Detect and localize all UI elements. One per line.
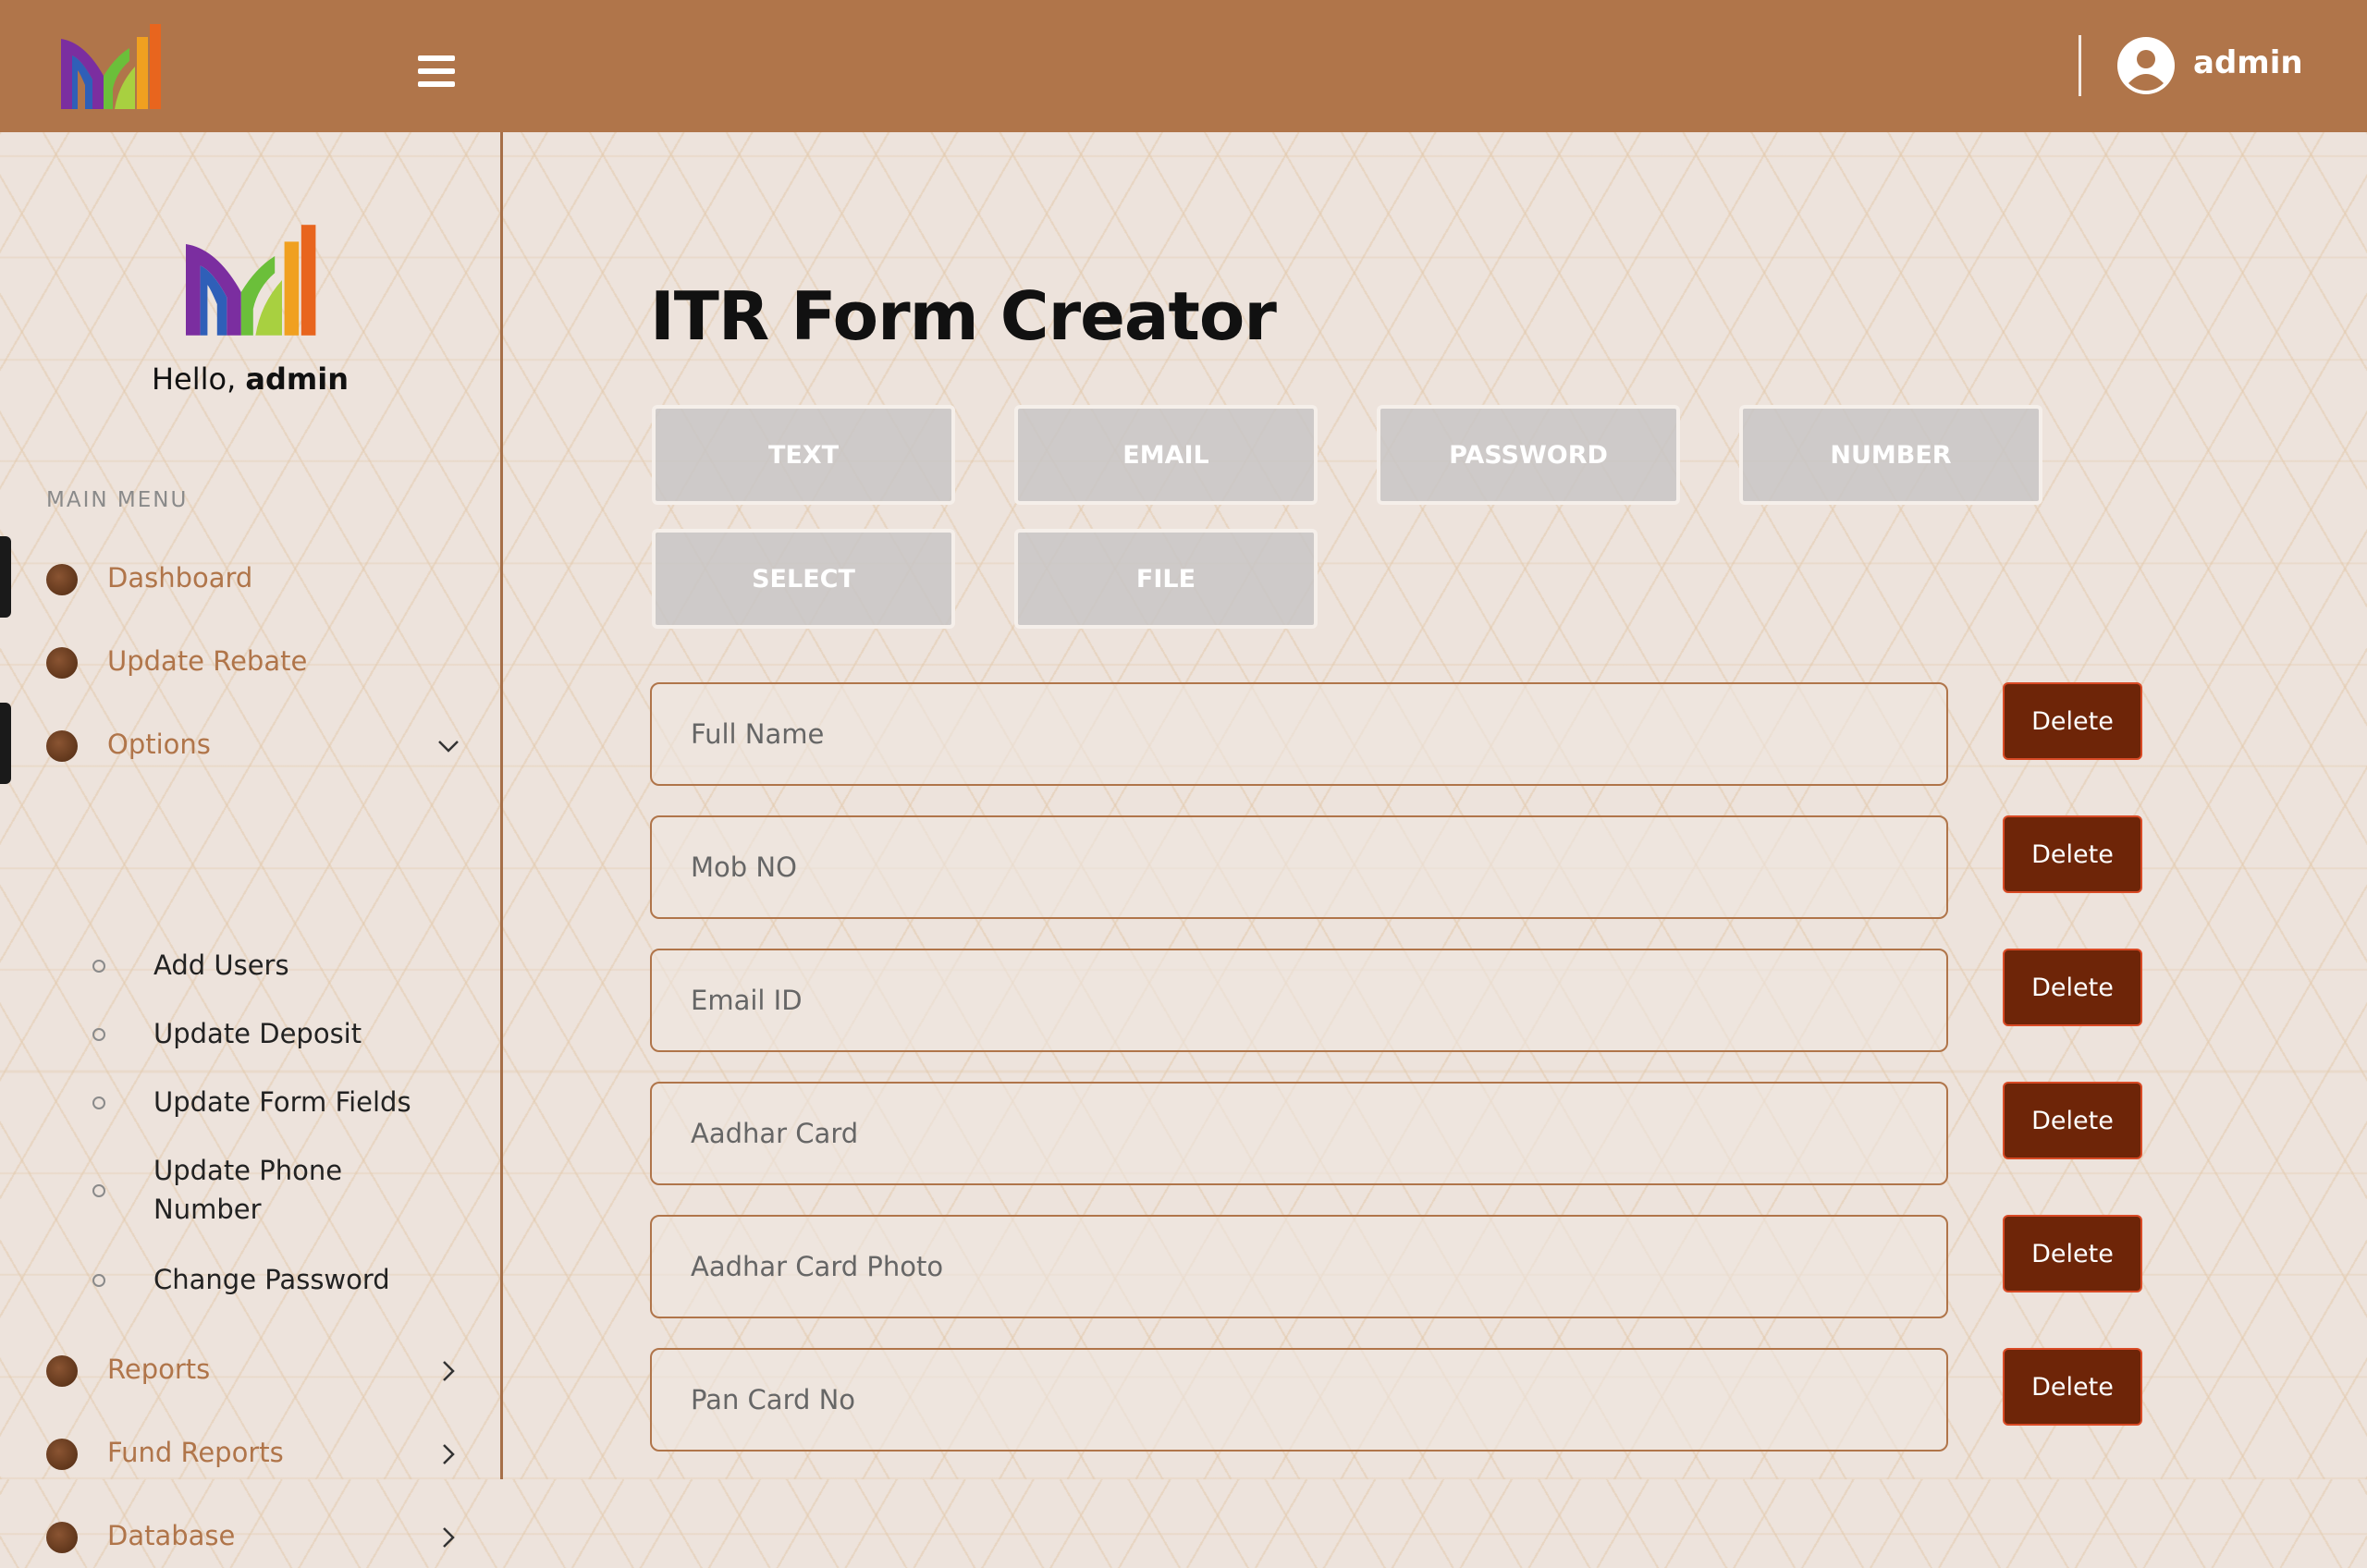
submenu-item-label: Update Deposit <box>153 1018 362 1049</box>
submenu-item-add-users[interactable]: Add Users <box>0 946 500 985</box>
sidebar-item-label: Fund Reports <box>107 1437 284 1468</box>
bullet-dot-icon <box>46 1522 78 1553</box>
add-file-field-button[interactable]: FILE <box>1014 529 1318 629</box>
delete-field-button[interactable]: Delete <box>2003 1082 2142 1159</box>
submenu-bullet-icon <box>92 960 105 973</box>
pan-card-field[interactable] <box>650 1348 1948 1452</box>
email-id-field[interactable] <box>650 949 1948 1052</box>
bullet-dot-icon <box>46 1439 78 1470</box>
greeting-text: Hello, <box>151 361 237 397</box>
sidebar-item-update-rebate[interactable]: Update Rebate <box>0 629 500 693</box>
submenu-item-label: Change Password <box>153 1264 390 1295</box>
top-navbar: admin <box>0 0 2367 132</box>
submenu-item-label: Add Users <box>153 949 289 981</box>
chevron-right-icon[interactable] <box>435 1357 462 1385</box>
sidebar-item-label: Reports <box>107 1354 211 1385</box>
page-title: ITR Form Creator <box>650 277 1277 355</box>
add-email-field-button[interactable]: EMAIL <box>1014 405 1318 505</box>
sidebar-item-label: Dashboard <box>107 562 253 594</box>
add-text-field-button[interactable]: TEXT <box>652 405 955 505</box>
sidebar-item-database[interactable]: Database <box>0 1503 500 1568</box>
sidebar-item-options[interactable]: Options <box>0 712 500 777</box>
delete-field-button[interactable]: Delete <box>2003 1215 2142 1292</box>
bullet-dot-icon <box>46 647 78 679</box>
aadhar-card-field[interactable] <box>650 1082 1948 1185</box>
full-name-field[interactable] <box>650 682 1948 786</box>
chevron-down-icon[interactable] <box>435 732 462 760</box>
submenu-bullet-icon <box>92 1028 105 1041</box>
sidebar-item-dashboard[interactable]: Dashboard <box>0 545 500 610</box>
mobile-number-field[interactable] <box>650 815 1948 919</box>
greeting-user-name: admin <box>245 361 350 397</box>
delete-field-button[interactable]: Delete <box>2003 682 2142 760</box>
submenu-item-update-deposit[interactable]: Update Deposit <box>0 1014 500 1053</box>
add-number-field-button[interactable]: NUMBER <box>1739 405 2042 505</box>
submenu-item-update-form-fields[interactable]: Update Form Fields <box>0 1083 500 1121</box>
delete-field-button[interactable]: Delete <box>2003 1348 2142 1426</box>
submenu-bullet-icon <box>92 1184 105 1197</box>
delete-field-button[interactable]: Delete <box>2003 949 2142 1026</box>
sidebar-greeting: Hello, admin <box>0 361 500 397</box>
main-menu-heading: MAIN MENU <box>46 488 189 512</box>
sidebar-brand-logo <box>186 225 316 336</box>
aadhar-card-photo-field[interactable] <box>650 1215 1948 1318</box>
header-divider <box>2079 35 2081 96</box>
submenu-bullet-icon <box>92 1096 105 1109</box>
user-avatar-icon[interactable] <box>2117 37 2175 94</box>
sidebar-item-label: Update Rebate <box>107 645 308 677</box>
sidebar: Hello, admin MAIN MENU Dashboard Update … <box>0 132 503 1553</box>
sidebar-item-reports[interactable]: Reports <box>0 1337 500 1402</box>
sidebar-item-fund-reports[interactable]: Fund Reports <box>0 1420 500 1485</box>
sidebar-item-label: Options <box>107 729 211 760</box>
submenu-item-label: Update Phone Number <box>153 1155 343 1225</box>
submenu-item-label: Update Form Fields <box>153 1086 411 1118</box>
submenu-item-update-phone-number[interactable]: Update Phone Number <box>0 1151 500 1229</box>
add-select-field-button[interactable]: SELECT <box>652 529 955 629</box>
add-password-field-button[interactable]: PASSWORD <box>1377 405 1680 505</box>
chevron-right-icon[interactable] <box>435 1440 462 1468</box>
submenu-item-change-password[interactable]: Change Password <box>0 1260 500 1299</box>
header-user-name[interactable]: admin <box>2193 44 2303 81</box>
chevron-right-icon[interactable] <box>435 1524 462 1551</box>
submenu-bullet-icon <box>92 1274 105 1287</box>
delete-field-button[interactable]: Delete <box>2003 815 2142 893</box>
menu-toggle-icon[interactable] <box>418 55 455 87</box>
bullet-dot-icon <box>46 1355 78 1387</box>
brand-logo[interactable] <box>57 20 166 113</box>
sidebar-item-label: Database <box>107 1520 236 1551</box>
bullet-dot-icon <box>46 564 78 595</box>
bullet-dot-icon <box>46 730 78 762</box>
